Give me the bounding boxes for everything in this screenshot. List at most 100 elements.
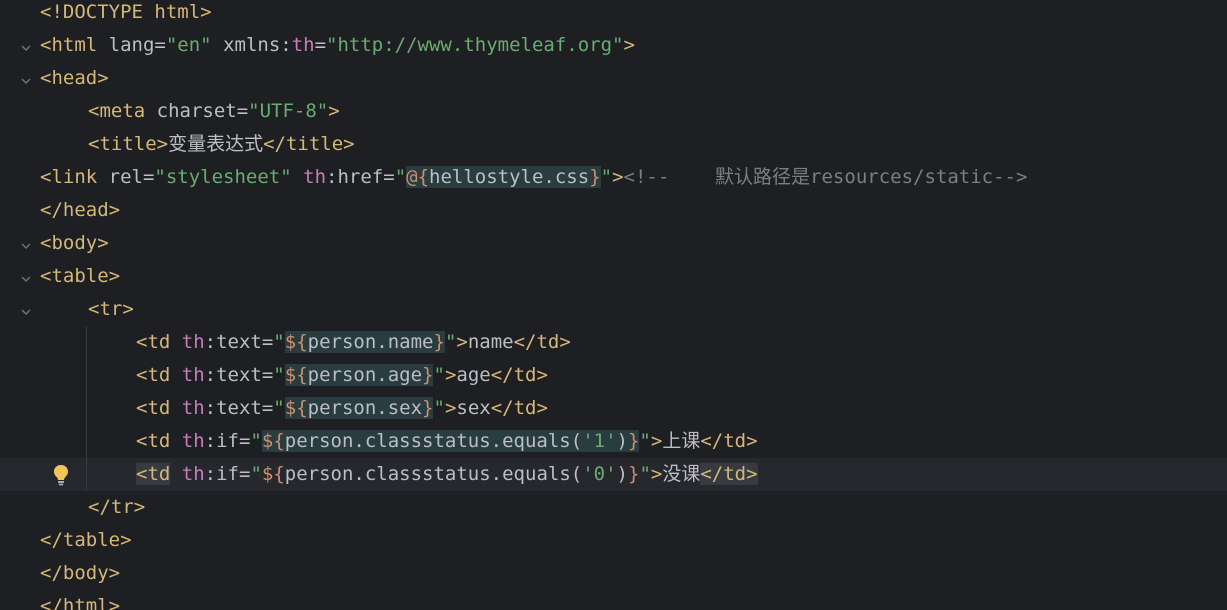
token-quote: " — [444, 331, 457, 353]
code-line[interactable]: <link rel="stylesheet" th:href="@{hellos… — [0, 161, 1227, 194]
chevron-down-icon[interactable] — [19, 38, 33, 52]
token-attr: rel — [108, 166, 143, 188]
token-tag: <td — [136, 397, 182, 419]
indent-guide — [86, 458, 87, 491]
code-line[interactable]: <td th:text="${person.age}">age</td> — [0, 359, 1227, 392]
token-delimiter: } — [627, 430, 640, 452]
token-expression: ) — [616, 463, 628, 485]
indent-guide — [86, 392, 87, 425]
token-value: "stylesheet" — [154, 166, 292, 188]
token-tag: </title> — [263, 133, 355, 155]
token-text: name — [467, 331, 514, 353]
token-quote: " — [250, 430, 262, 452]
token-attr: xmlns: — [211, 34, 292, 56]
code-line[interactable]: </tr> — [0, 491, 1227, 524]
token-tag: > — [456, 331, 468, 353]
token-string: '1' — [582, 430, 617, 452]
expression-highlight: ${person.age} — [284, 364, 434, 386]
token-tag: > — [444, 397, 457, 419]
token-expression: person.age — [307, 364, 423, 386]
code-line[interactable]: <html lang="en" xmlns:th="http://www.thy… — [0, 29, 1227, 62]
token-attr: lang — [108, 34, 155, 56]
code-line[interactable]: <tr> — [0, 293, 1227, 326]
lightbulb-icon[interactable] — [50, 463, 72, 487]
code-line[interactable]: <head> — [0, 62, 1227, 95]
chevron-down-icon[interactable] — [19, 269, 33, 283]
code-line[interactable]: <!DOCTYPE html> — [0, 0, 1227, 29]
matched-tag-highlight: <td — [136, 463, 171, 485]
code-text: <head> — [40, 62, 109, 95]
token-namespace: th — [181, 364, 205, 386]
code-line[interactable]: <td th:text="${person.sex}">sex</td> — [0, 392, 1227, 425]
token-quote: " — [433, 397, 445, 419]
code-line[interactable]: <meta charset="UTF-8"> — [0, 95, 1227, 128]
token-text: 变量表达式 — [168, 133, 264, 155]
code-line[interactable]: <td th:text="${person.name}">name</td> — [0, 326, 1227, 359]
token-delimiter: } — [433, 331, 445, 353]
token-string: '0' — [582, 463, 617, 485]
token-value: "UTF-8" — [248, 100, 329, 122]
token-tag: > — [623, 34, 635, 56]
indent-guide — [86, 425, 87, 458]
code-text: <td th:if="${person.classstatus.equals('… — [136, 458, 758, 491]
token-namespace: th — [303, 166, 327, 188]
code-line[interactable]: </html> — [0, 590, 1227, 610]
expression-highlight: ${person.sex} — [284, 397, 434, 419]
code-text: <tr> — [88, 293, 134, 326]
code-text: </tr> — [88, 491, 145, 524]
token-quote: " — [639, 430, 651, 452]
token-tag: > — [444, 364, 457, 386]
token-quote: " — [273, 364, 285, 386]
token-tag: </td> — [490, 397, 548, 419]
token-value: "http://www.thymeleaf.org" — [326, 34, 624, 56]
code-editor[interactable]: <!DOCTYPE html> <html lang="en" xmlns:th… — [0, 0, 1227, 610]
code-line[interactable]: </head> — [0, 194, 1227, 227]
code-text: <html lang="en" xmlns:th="http://www.thy… — [40, 29, 635, 62]
code-line[interactable]: </body> — [0, 557, 1227, 590]
code-line-current[interactable]: <td th:if="${person.classstatus.equals('… — [0, 458, 1227, 491]
code-text: </head> — [40, 194, 120, 227]
code-text: <!DOCTYPE html> — [40, 0, 212, 29]
chevron-down-icon[interactable] — [19, 236, 33, 250]
code-line[interactable]: <title>变量表达式</title> — [0, 128, 1227, 161]
code-line[interactable]: <table> — [0, 260, 1227, 293]
code-line[interactable]: <td th:if="${person.classstatus.equals('… — [0, 425, 1227, 458]
code-line[interactable]: </table> — [0, 524, 1227, 557]
code-text: <td th:text="${person.name}">name</td> — [136, 326, 571, 359]
token-tag: </td> — [513, 331, 571, 353]
token-tag: > — [650, 463, 663, 485]
token-tag: <body> — [40, 232, 109, 254]
token-expression: ) — [616, 430, 628, 452]
token-comment: <!-- 默认路径是resources/static--> — [623, 166, 1028, 188]
token-attr: :text= — [204, 331, 274, 353]
token-namespace: th — [291, 34, 315, 56]
token-text: age — [456, 364, 491, 386]
code-text: <td th:text="${person.age}">age</td> — [136, 359, 548, 392]
token-text: 没课 — [662, 463, 701, 485]
token-tag: <meta — [88, 100, 157, 122]
code-line[interactable]: <body> — [0, 227, 1227, 260]
token-tag: </body> — [40, 562, 121, 584]
token-attr: :href= — [326, 166, 395, 188]
code-text: <table> — [40, 260, 120, 293]
indent-guide — [86, 359, 87, 392]
chevron-down-icon[interactable] — [19, 71, 33, 85]
expression-highlight: ${person.classstatus.equals('1')} — [261, 430, 640, 452]
token-text: 上课 — [662, 430, 701, 452]
token-tag: <head> — [40, 67, 109, 89]
token-quote: " — [250, 463, 262, 485]
code-text: <body> — [40, 227, 109, 260]
token-attr: :text= — [204, 364, 274, 386]
token-attr: :if= — [204, 463, 251, 485]
token-expression: person.sex — [307, 397, 423, 419]
code-text: <title>变量表达式</title> — [88, 128, 355, 161]
chevron-down-icon[interactable] — [19, 302, 33, 316]
code-text: </body> — [40, 557, 120, 590]
token-tag: <title> — [88, 133, 169, 155]
token-eq: = — [314, 34, 327, 56]
token-tag: </table> — [40, 529, 132, 551]
token-tag: > — [612, 166, 624, 188]
indent-guide — [86, 326, 87, 359]
code-text: <td th:if="${person.classstatus.equals('… — [136, 425, 758, 458]
